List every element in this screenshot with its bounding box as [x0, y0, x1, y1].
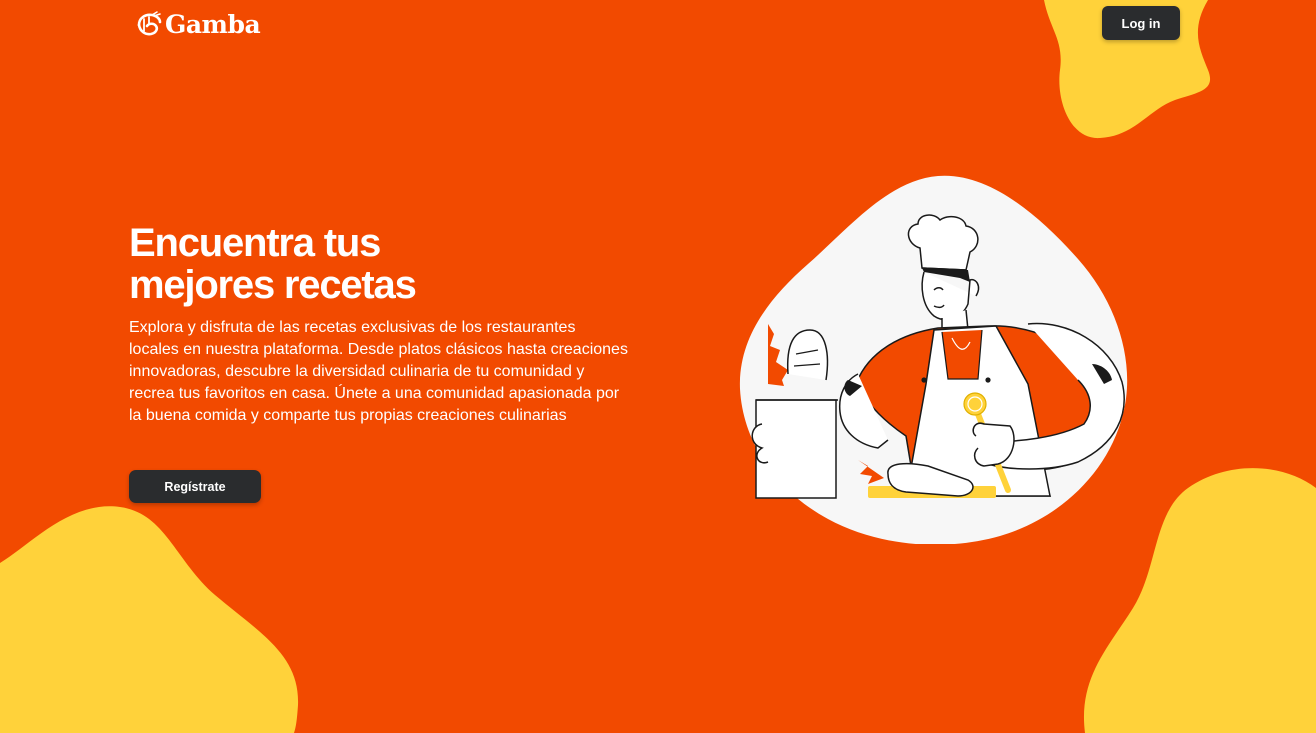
shrimp-icon — [137, 11, 162, 36]
hero-section: Encuentra tus mejores recetas Explora y … — [129, 222, 639, 427]
chef-illustration — [739, 175, 1128, 544]
hero-description: Explora y disfruta de las recetas exclus… — [129, 319, 628, 424]
register-button[interactable]: Regístrate — [129, 470, 261, 503]
hero-title-line-1: Encuentra tus — [129, 221, 381, 265]
decorative-blob-bottom-left — [0, 506, 299, 733]
brand-logo[interactable]: Gamba — [135, 10, 261, 40]
login-button[interactable]: Log in — [1102, 6, 1180, 40]
hero-title-line-2: mejores recetas — [129, 263, 417, 307]
hero-title: Encuentra tus mejores recetas — [129, 222, 639, 306]
brand-name: Gamba — [165, 10, 261, 39]
